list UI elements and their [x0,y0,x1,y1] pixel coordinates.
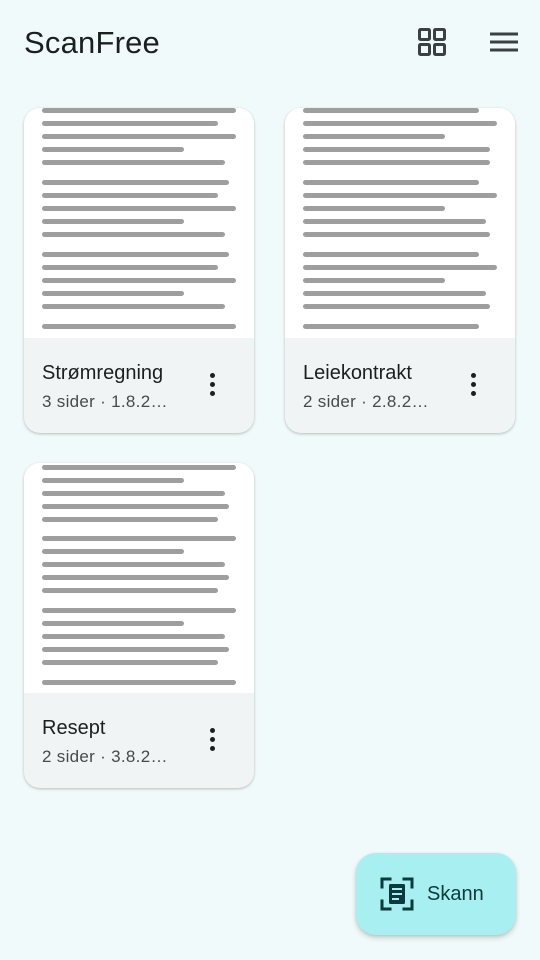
menu-icon [490,32,518,52]
more-options-button[interactable] [451,362,495,406]
document-scanner-icon [380,877,414,911]
document-card[interactable]: Strømregning 3 sider · 1.8.2… [24,108,254,433]
more-options-button[interactable] [190,362,234,406]
document-meta: 2 sider · 3.8.2… [42,747,168,766]
document-thumbnail [24,463,254,693]
app-screen: ScanFree Strømregning 3 sider · 1.8.2… L… [0,0,540,960]
more-vert-icon [209,372,215,396]
document-card[interactable]: Resept 2 sider · 3.8.2… [24,463,254,788]
document-meta: 3 sider · 1.8.2… [42,392,168,411]
menu-button[interactable] [480,18,528,66]
more-vert-icon [209,727,215,751]
document-thumbnail [285,108,515,338]
document-title: Resept [42,717,106,739]
app-title: ScanFree [24,25,160,60]
more-options-button[interactable] [190,717,234,761]
top-app-bar: ScanFree [0,0,540,86]
grid-view-icon [418,28,446,56]
document-title: Strømregning [42,362,164,384]
document-thumbnail [24,108,254,338]
document-card[interactable]: Leiekontrakt 2 sider · 2.8.2… [285,108,515,433]
scan-fab[interactable]: Skann [356,853,516,935]
scan-fab-label: Skann [427,883,484,905]
document-title: Leiekontrakt [303,362,412,384]
document-meta: 2 sider · 2.8.2… [303,392,429,411]
more-vert-icon [470,372,476,396]
grid-view-button[interactable] [408,18,456,66]
